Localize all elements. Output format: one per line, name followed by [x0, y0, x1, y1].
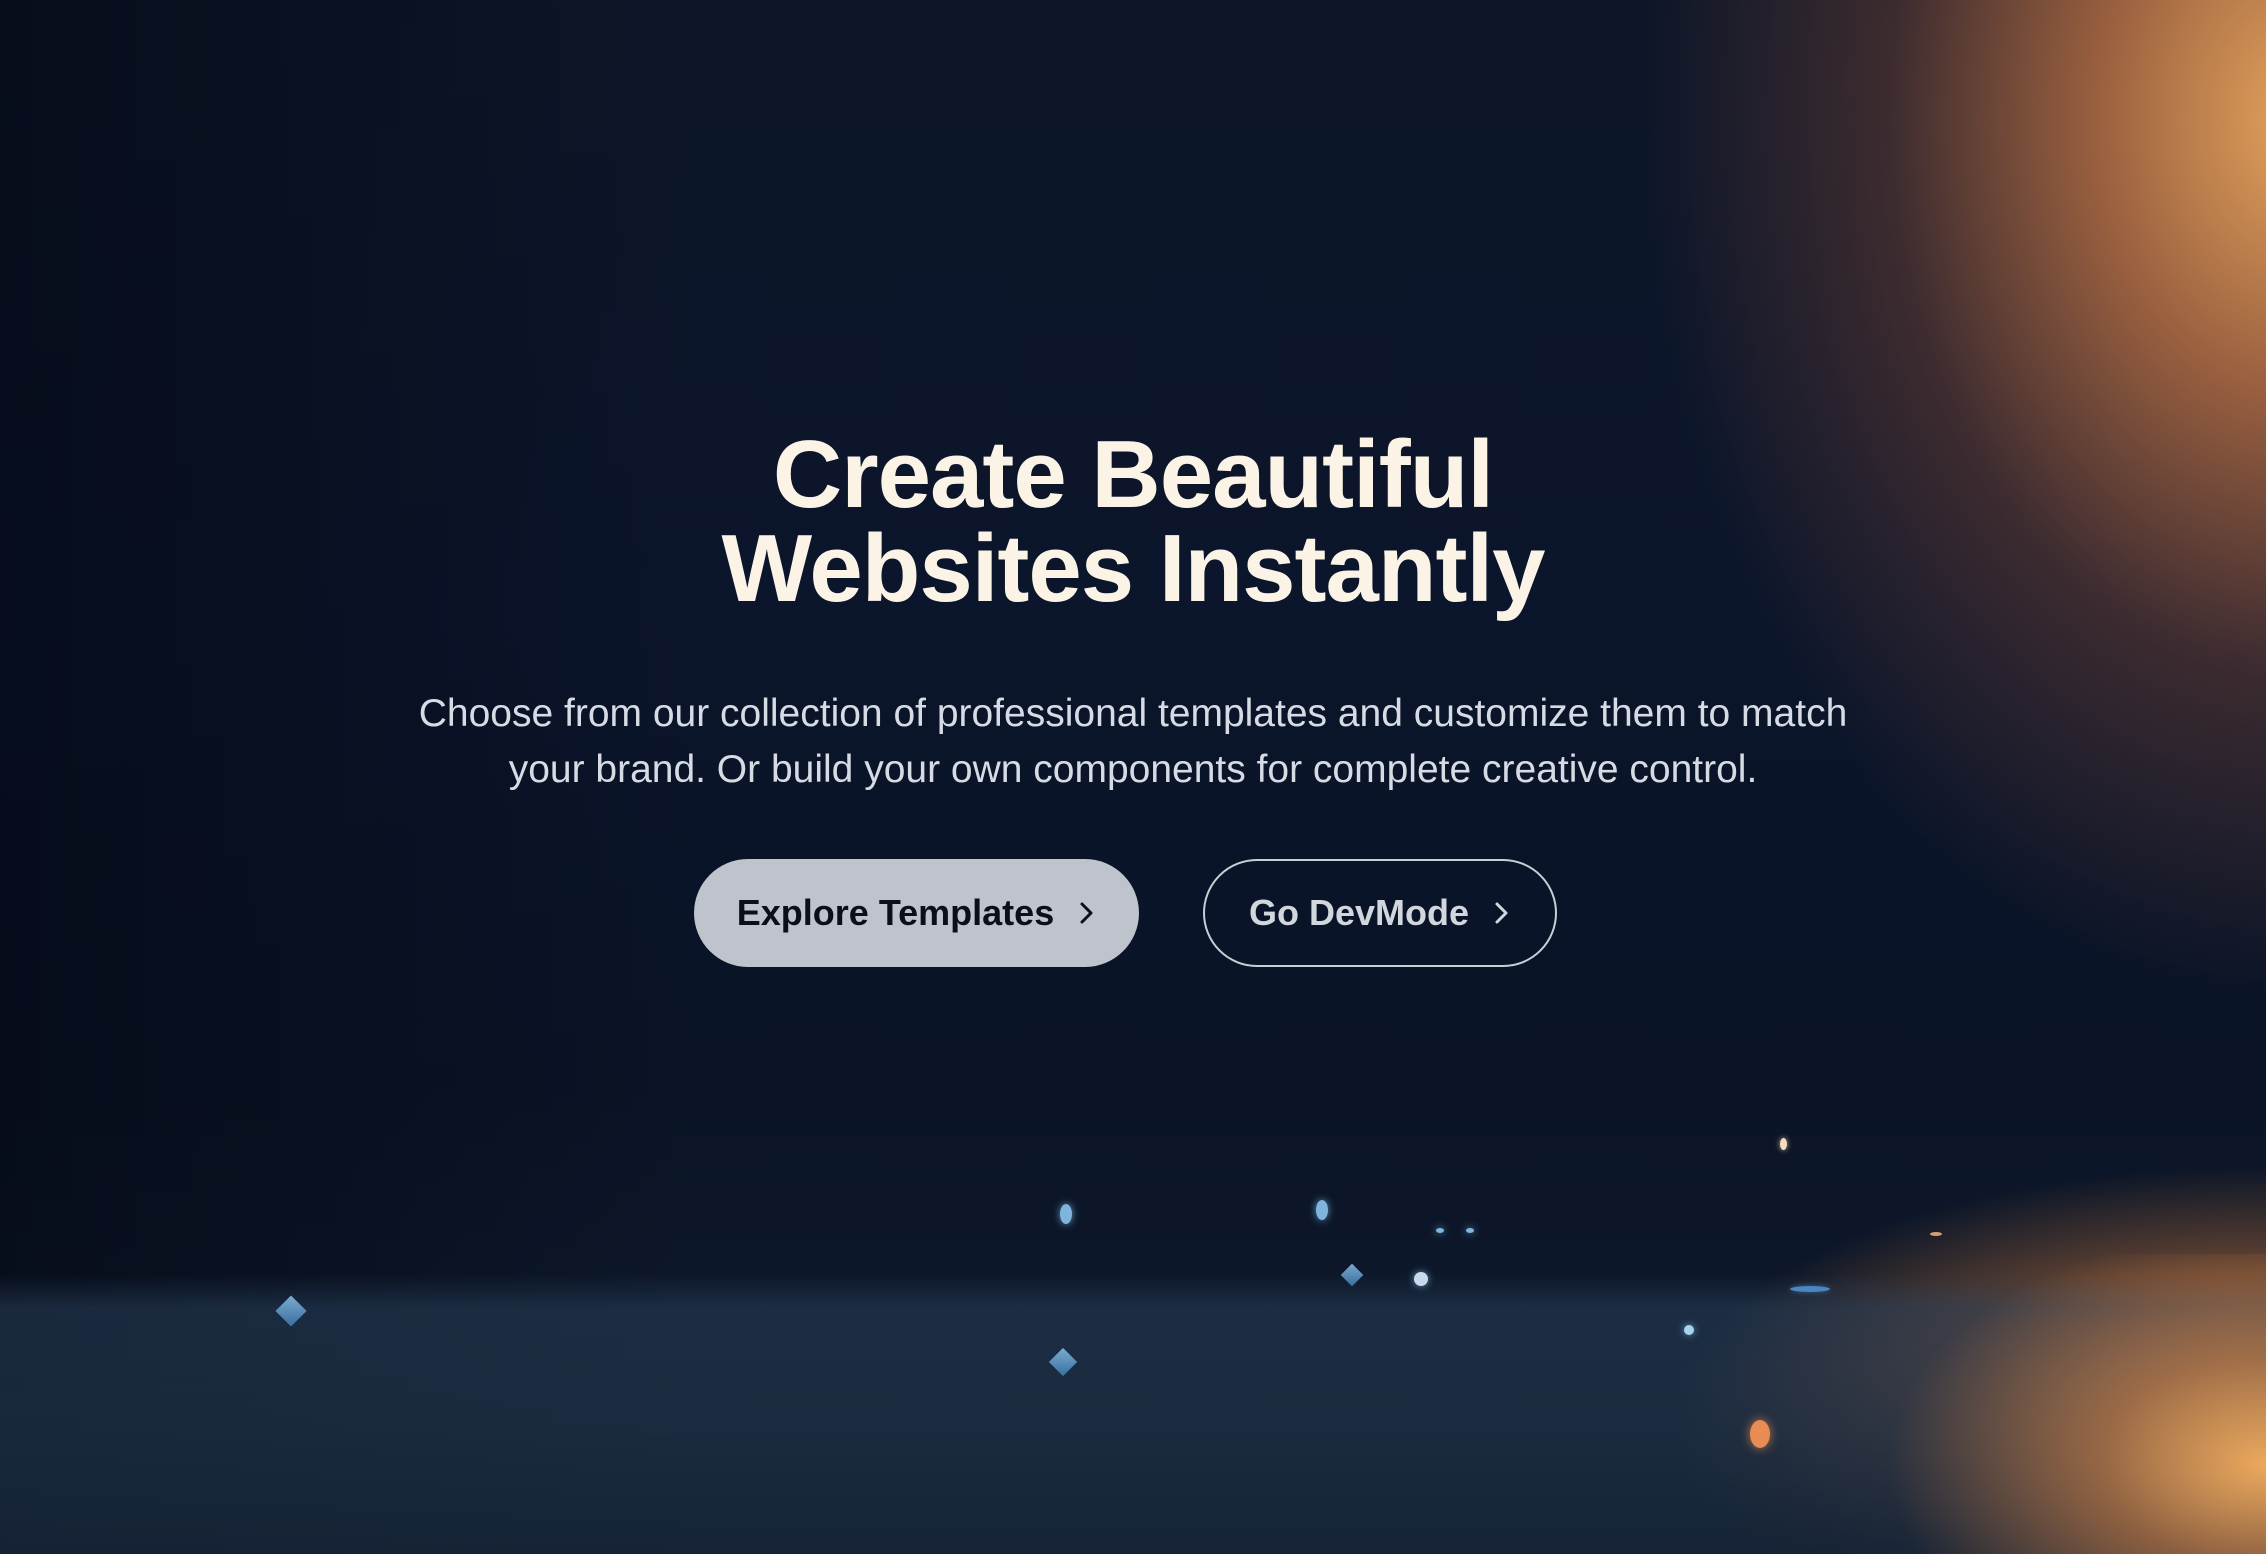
description-line-2: your brand. Or build your own components… — [508, 748, 1758, 791]
hero-description: Choose from our collection of profession… — [333, 686, 1933, 798]
hero-section: Create Beautiful Websites Instantly Choo… — [0, 0, 2266, 1554]
explore-templates-button[interactable]: Explore Templates — [694, 859, 1139, 967]
chevron-right-icon — [1078, 899, 1096, 927]
page-title: Create Beautiful Websites Instantly — [0, 421, 2266, 622]
go-devmode-label: Go DevMode — [1248, 892, 1470, 933]
description-line-1: Choose from our collection of profession… — [418, 692, 1848, 735]
headline-line-2: Websites Instantly — [721, 515, 1545, 622]
chevron-right-icon — [1493, 899, 1511, 927]
explore-templates-label: Explore Templates — [736, 892, 1055, 933]
hero-content: Create Beautiful Websites Instantly Choo… — [0, 0, 2266, 1554]
go-devmode-button[interactable]: Go DevMode — [1203, 859, 1557, 967]
headline-line-1: Create Beautiful — [772, 421, 1494, 528]
